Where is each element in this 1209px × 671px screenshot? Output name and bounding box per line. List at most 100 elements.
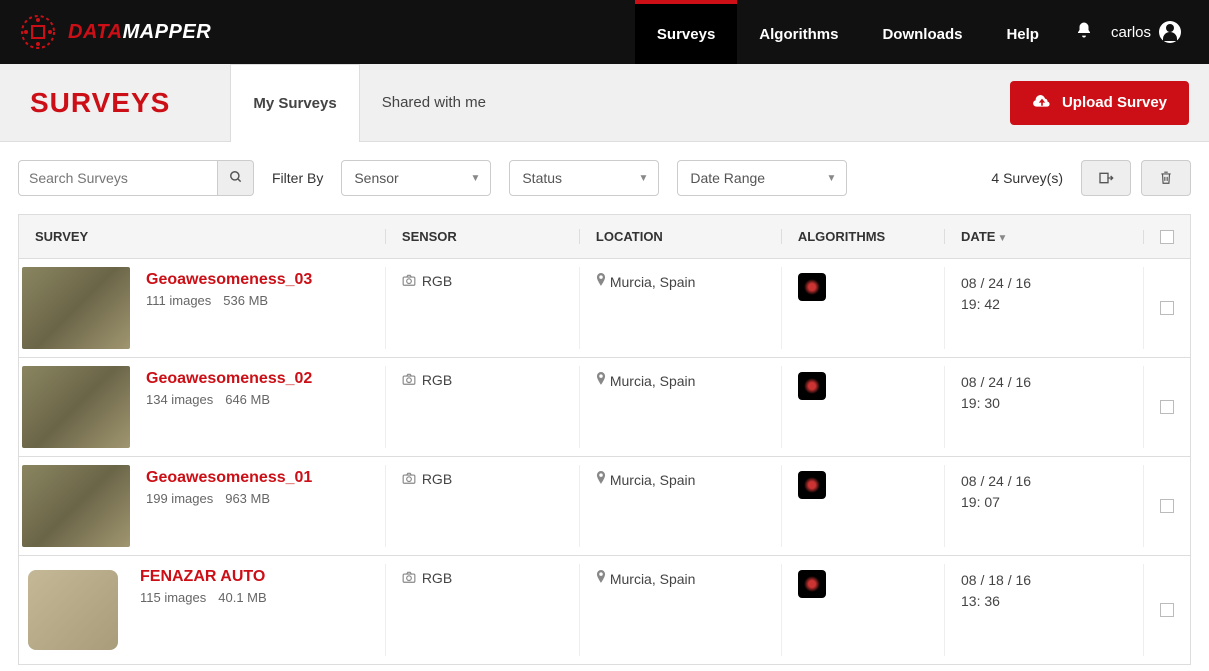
date-cell: 08 / 24 / 1619: 42 [944, 267, 1143, 349]
trash-icon [1159, 170, 1173, 186]
filter-bar: Filter By Sensor▼ Status▼ Date Range▼ 4 … [0, 142, 1209, 214]
algorithm-badge[interactable] [798, 471, 826, 499]
nav-algorithms[interactable]: Algorithms [737, 0, 860, 64]
nav: Surveys Algorithms Downloads Help [635, 0, 1061, 64]
nav-surveys[interactable]: Surveys [635, 0, 737, 64]
check-cell [1143, 366, 1190, 448]
survey-name[interactable]: Geoawesomeness_02 [146, 370, 312, 388]
survey-info: Geoawesomeness_02 134 images646 MB [146, 366, 312, 448]
bell-icon[interactable] [1075, 21, 1093, 44]
survey-info: Geoawesomeness_01 199 images963 MB [146, 465, 312, 547]
tabs: My Surveys Shared with me [230, 64, 508, 142]
survey-thumbnail[interactable] [22, 366, 130, 448]
chevron-down-icon: ▼ [470, 173, 480, 184]
row-checkbox[interactable] [1160, 499, 1174, 513]
page-title: SURVEYS [30, 87, 170, 119]
search-group [18, 160, 254, 196]
camera-icon [402, 472, 416, 487]
surveys-table: SURVEY SENSOR LOCATION ALGORITHMS DATE▼ … [18, 214, 1191, 665]
logo[interactable]: DATAMAPPER [18, 12, 211, 52]
logo-icon [18, 12, 58, 52]
date-cell: 08 / 18 / 1613: 36 [944, 564, 1143, 656]
sensor-cell: RGB [385, 564, 579, 656]
col-select-all [1143, 230, 1190, 244]
location-cell: Murcia, Spain [579, 564, 781, 656]
status-filter[interactable]: Status▼ [509, 160, 659, 196]
row-checkbox[interactable] [1160, 301, 1174, 315]
check-cell [1143, 267, 1190, 349]
survey-name[interactable]: Geoawesomeness_03 [146, 271, 312, 289]
algorithm-badge[interactable] [798, 570, 826, 598]
chevron-down-icon: ▼ [826, 173, 836, 184]
sort-desc-icon: ▼ [997, 233, 1007, 244]
subheader: SURVEYS My Surveys Shared with me Upload… [0, 64, 1209, 142]
date-range-filter[interactable]: Date Range▼ [677, 160, 847, 196]
col-algorithms[interactable]: ALGORITHMS [781, 229, 944, 244]
tab-my-surveys[interactable]: My Surveys [230, 64, 359, 142]
delete-button[interactable] [1141, 160, 1191, 196]
survey-meta: 115 images40.1 MB [140, 590, 279, 605]
camera-icon [402, 373, 416, 388]
algorithms-cell [781, 267, 944, 349]
export-icon [1098, 171, 1114, 185]
survey-cell: Geoawesomeness_03 111 images536 MB [19, 267, 385, 349]
algorithm-badge[interactable] [798, 372, 826, 400]
search-input[interactable] [18, 160, 218, 196]
col-date[interactable]: DATE▼ [944, 229, 1143, 244]
export-button[interactable] [1081, 160, 1131, 196]
tab-shared[interactable]: Shared with me [360, 64, 508, 142]
algorithms-cell [781, 366, 944, 448]
bulk-actions [1081, 160, 1191, 196]
select-all-checkbox[interactable] [1160, 230, 1174, 244]
col-sensor[interactable]: SENSOR [385, 229, 579, 244]
table-row[interactable]: Geoawesomeness_01 199 images963 MB RGB M… [19, 457, 1190, 556]
chevron-down-icon: ▼ [638, 173, 648, 184]
survey-meta: 134 images646 MB [146, 392, 312, 407]
algorithm-icon [804, 378, 820, 394]
survey-meta: 111 images536 MB [146, 293, 312, 308]
camera-icon [402, 571, 416, 586]
survey-name[interactable]: FENAZAR AUTO [140, 568, 279, 586]
survey-meta: 199 images963 MB [146, 491, 312, 506]
sensor-cell: RGB [385, 366, 579, 448]
algorithm-icon [804, 477, 820, 493]
pin-icon [596, 374, 606, 389]
survey-info: FENAZAR AUTO 115 images40.1 MB [140, 564, 279, 656]
table-row[interactable]: FENAZAR AUTO 115 images40.1 MB RGB Murci… [19, 556, 1190, 664]
username: carlos [1111, 24, 1151, 41]
avatar-icon [1159, 21, 1181, 43]
logo-text: DATAMAPPER [68, 21, 211, 44]
pin-icon [596, 275, 606, 290]
algorithm-badge[interactable] [798, 273, 826, 301]
survey-thumbnail[interactable] [22, 267, 130, 349]
nav-help[interactable]: Help [984, 0, 1061, 64]
nav-downloads[interactable]: Downloads [860, 0, 984, 64]
table-header: SURVEY SENSOR LOCATION ALGORITHMS DATE▼ [19, 215, 1190, 259]
sensor-filter[interactable]: Sensor▼ [341, 160, 491, 196]
row-checkbox[interactable] [1160, 400, 1174, 414]
row-checkbox[interactable] [1160, 603, 1174, 617]
date-cell: 08 / 24 / 1619: 07 [944, 465, 1143, 547]
algorithms-cell [781, 564, 944, 656]
header: DATAMAPPER Surveys Algorithms Downloads … [0, 0, 1209, 64]
table-row[interactable]: Geoawesomeness_03 111 images536 MB RGB M… [19, 259, 1190, 358]
table-row[interactable]: Geoawesomeness_02 134 images646 MB RGB M… [19, 358, 1190, 457]
upload-survey-button[interactable]: Upload Survey [1010, 81, 1189, 125]
filter-by-label: Filter By [272, 170, 323, 186]
location-cell: Murcia, Spain [579, 465, 781, 547]
search-button[interactable] [218, 160, 254, 196]
survey-name[interactable]: Geoawesomeness_01 [146, 469, 312, 487]
user-menu[interactable]: carlos [1111, 21, 1181, 43]
date-cell: 08 / 24 / 1619: 30 [944, 366, 1143, 448]
col-location[interactable]: LOCATION [579, 229, 781, 244]
survey-thumbnail[interactable] [28, 570, 118, 650]
location-cell: Murcia, Spain [579, 366, 781, 448]
pin-icon [596, 473, 606, 488]
survey-count: 4 Survey(s) [991, 170, 1063, 186]
survey-thumbnail[interactable] [22, 465, 130, 547]
camera-icon [402, 274, 416, 289]
survey-cell: Geoawesomeness_02 134 images646 MB [19, 366, 385, 448]
sensor-cell: RGB [385, 465, 579, 547]
col-survey[interactable]: SURVEY [19, 229, 385, 244]
check-cell [1143, 564, 1190, 656]
